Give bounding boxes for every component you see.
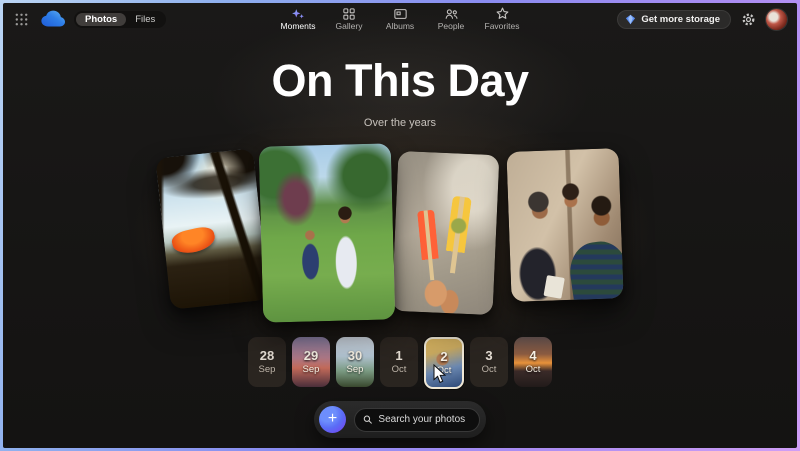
date-month: Oct bbox=[482, 364, 497, 375]
date-tile-2-oct-selected[interactable]: 2 Oct bbox=[424, 337, 464, 389]
tab-albums[interactable]: Albums bbox=[381, 4, 419, 31]
search-input[interactable] bbox=[378, 414, 471, 425]
date-tile-3-oct[interactable]: 3 Oct bbox=[470, 337, 508, 387]
main-nav: Moments Gallery bbox=[279, 4, 521, 31]
tab-favorites[interactable]: Favorites bbox=[483, 4, 521, 31]
date-month: Sep bbox=[347, 364, 364, 375]
tab-gallery[interactable]: Gallery bbox=[330, 4, 368, 31]
onedrive-photos-screen: Photos Files Moments bbox=[3, 3, 797, 448]
page-subtitle: Over the years bbox=[3, 117, 797, 129]
photo-card-family-selfie[interactable] bbox=[506, 148, 623, 302]
sparkles-icon bbox=[291, 7, 305, 20]
date-tile-29-sep[interactable]: 29 Sep bbox=[292, 337, 330, 387]
date-day: 29 bbox=[304, 349, 318, 363]
star-icon bbox=[496, 7, 509, 20]
top-bar-left: Photos Files bbox=[13, 3, 166, 35]
get-more-storage-button[interactable]: Get more storage bbox=[617, 10, 731, 29]
toggle-files[interactable]: Files bbox=[126, 13, 164, 26]
tab-favorites-label: Favorites bbox=[485, 21, 520, 31]
photos-files-toggle: Photos Files bbox=[74, 11, 166, 28]
diamond-icon bbox=[625, 14, 636, 25]
photo-card-kids-peace-signs[interactable] bbox=[259, 143, 396, 322]
date-tile-4-oct[interactable]: 4 Oct bbox=[514, 337, 552, 387]
date-tile-28-sep[interactable]: 28 Sep bbox=[248, 337, 286, 387]
date-day: 28 bbox=[260, 349, 274, 363]
tab-people-label: People bbox=[438, 21, 464, 31]
people-icon bbox=[445, 7, 458, 20]
app-launcher-icon[interactable] bbox=[13, 11, 29, 27]
tab-people[interactable]: People bbox=[432, 4, 470, 31]
date-day: 2 bbox=[440, 350, 447, 364]
album-icon bbox=[394, 7, 407, 20]
plus-icon: + bbox=[328, 411, 337, 427]
top-bar-right: Get more storage bbox=[617, 3, 787, 35]
app-frame: Photos Files Moments bbox=[0, 0, 800, 451]
date-tile-30-sep[interactable]: 30 Sep bbox=[336, 337, 374, 387]
date-month: Sep bbox=[259, 364, 276, 375]
search-bar[interactable] bbox=[354, 408, 480, 432]
date-day: 4 bbox=[529, 349, 536, 363]
search-icon bbox=[363, 414, 372, 425]
memory-photo-strip bbox=[161, 143, 626, 325]
tab-moments-label: Moments bbox=[281, 21, 316, 31]
photo-card-hammock[interactable] bbox=[155, 148, 268, 309]
account-avatar[interactable] bbox=[766, 9, 787, 30]
grid-icon bbox=[343, 7, 355, 20]
date-month: Oct bbox=[437, 365, 452, 376]
hero: On This Day Over the years bbox=[3, 55, 797, 129]
onedrive-logo-icon[interactable] bbox=[38, 10, 65, 28]
settings-gear-icon[interactable] bbox=[741, 12, 756, 27]
storage-button-label: Get more storage bbox=[641, 14, 720, 25]
date-month: Oct bbox=[392, 364, 407, 375]
date-day: 3 bbox=[485, 349, 492, 363]
add-photos-button[interactable]: + bbox=[319, 406, 346, 433]
date-month: Oct bbox=[526, 364, 541, 375]
page-title: On This Day bbox=[3, 55, 797, 107]
tab-moments[interactable]: Moments bbox=[279, 4, 317, 31]
date-strip: 28 Sep 29 Sep 30 Sep 1 Oct 2 Oct 3 Oct bbox=[3, 337, 797, 389]
top-bar: Photos Files Moments bbox=[3, 3, 797, 35]
photo-card-popsicles[interactable] bbox=[392, 151, 500, 315]
date-month: Sep bbox=[303, 364, 320, 375]
date-day: 1 bbox=[395, 349, 402, 363]
toggle-photos[interactable]: Photos bbox=[76, 13, 126, 26]
date-day: 30 bbox=[348, 349, 362, 363]
tab-gallery-label: Gallery bbox=[336, 21, 363, 31]
date-tile-1-oct[interactable]: 1 Oct bbox=[380, 337, 418, 387]
bottom-action-bar: + bbox=[314, 401, 486, 438]
tab-albums-label: Albums bbox=[386, 21, 414, 31]
